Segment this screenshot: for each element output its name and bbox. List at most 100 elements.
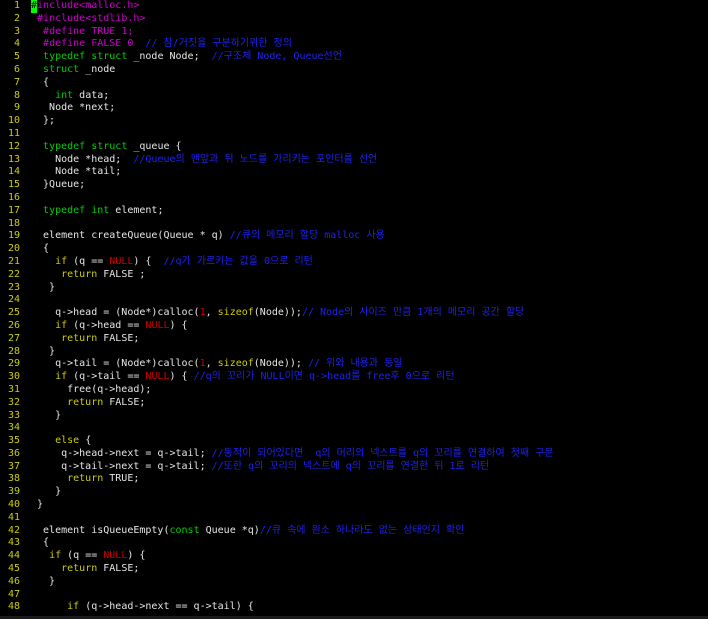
code-token-default: [31, 397, 67, 408]
code-line[interactable]: 6 struct _node: [0, 64, 708, 77]
code-line[interactable]: 32 return FALSE;: [0, 397, 708, 410]
code-token-default: data;: [73, 89, 110, 101]
code-line[interactable]: 24: [0, 294, 708, 307]
code-text: return FALSE;: [31, 333, 139, 346]
code-line[interactable]: 5 typedef struct _node Node; //구조체 Node,…: [0, 51, 708, 64]
code-token-default: q->tail = (Node*)calloc(: [31, 358, 200, 370]
line-number: 46: [7, 575, 20, 587]
code-token-keyword: sizeof: [217, 358, 254, 370]
line-number: 25: [7, 307, 20, 319]
code-line[interactable]: 2 #include<stdlib.h>: [0, 13, 708, 26]
code-line[interactable]: 7 {: [0, 77, 708, 90]
code-token-default: [31, 51, 43, 62]
code-token-default: }: [31, 281, 56, 293]
code-line[interactable]: 45 return FALSE;: [0, 563, 708, 576]
code-line[interactable]: 12 typedef struct _queue {: [0, 141, 708, 154]
code-token-default: [31, 141, 43, 152]
code-line[interactable]: 41: [0, 512, 708, 525]
code-token-default: ,: [205, 358, 218, 370]
code-token-default: [31, 90, 55, 101]
line-number: 38: [7, 473, 20, 485]
code-token-keyword: if: [67, 601, 80, 613]
code-line[interactable]: 28 }: [0, 346, 708, 359]
code-line[interactable]: 43 {: [0, 537, 708, 550]
code-line[interactable]: 44 if (q == NULL) {: [0, 550, 708, 563]
code-token-comment: // 위와 내용과 동일: [307, 358, 403, 370]
code-text: if (q->head->next == q->tail) {: [31, 601, 254, 614]
code-line[interactable]: 42 element isQueueEmpty(const Queue *q)/…: [0, 525, 708, 538]
code-token-default: Node *next;: [31, 102, 116, 114]
code-line[interactable]: 30 if (q->tail == NULL) { //q의 꼬리가 NULL이…: [0, 371, 708, 384]
code-line[interactable]: 9 Node *next;: [0, 102, 708, 115]
code-text: else {: [31, 435, 91, 448]
code-text: }: [31, 576, 55, 589]
code-text: return FALSE ;: [31, 269, 145, 282]
code-line[interactable]: 37 q->tail->next = q->tail; //또한 q의 꼬리의 …: [0, 461, 708, 474]
code-line[interactable]: 10 };: [0, 115, 708, 128]
line-number: 34: [7, 422, 20, 434]
code-token-default: (q->head ==: [67, 319, 146, 331]
code-line[interactable]: 3 #define TRUE 1;: [0, 26, 708, 39]
code-line[interactable]: 4 #define FALSE 0 // 참/거짓을 구분하기위한 정의: [0, 38, 708, 51]
code-line[interactable]: 15 }Queue;: [0, 179, 708, 192]
code-token-default: }Queue;: [31, 179, 86, 191]
code-token-comment: //또한 q의 꼬리의 넥스트에 q의 꼬리를 연결한 뒤 1로 리턴: [211, 460, 490, 472]
code-token-type: struct: [43, 63, 80, 75]
code-text: if (q == NULL) {: [31, 550, 145, 563]
line-number: 29: [7, 358, 20, 370]
code-text: };: [31, 115, 55, 128]
code-token-default: [31, 205, 43, 216]
code-line[interactable]: 34: [0, 422, 708, 435]
code-line[interactable]: 23 }: [0, 282, 708, 295]
code-line[interactable]: 16: [0, 192, 708, 205]
code-editor[interactable]: 1 #include<malloc.h> 2 #include<stdlib.h> 3…: [0, 0, 708, 619]
code-line[interactable]: 20 {: [0, 243, 708, 256]
code-line[interactable]: 38 return TRUE;: [0, 473, 708, 486]
code-token-default: q->tail->next = q->tail;: [31, 460, 212, 472]
line-number: 36: [7, 447, 20, 459]
code-token-default: Queue *q): [199, 524, 260, 536]
code-token-constant: NULL: [103, 550, 128, 562]
code-line[interactable]: 35 else {: [0, 435, 708, 448]
code-line[interactable]: 39 }: [0, 486, 708, 499]
code-token-keyword: return: [67, 396, 104, 408]
code-line[interactable]: 29 q->tail = (Node*)calloc(1, sizeof(Nod…: [0, 358, 708, 371]
code-line[interactable]: 19 element createQueue(Queue * q) //큐의 메…: [0, 230, 708, 243]
code-token-keyword: return: [61, 332, 98, 344]
code-line[interactable]: 33 }: [0, 410, 708, 423]
code-token-default: {: [31, 76, 50, 88]
code-line[interactable]: 21 if (q == NULL) { //q가 가르키는 값을 0으로 리턴: [0, 256, 708, 269]
code-token-default: [31, 371, 55, 382]
code-token-default: FALSE;: [103, 396, 146, 408]
code-line[interactable]: 22 return FALSE ;: [0, 269, 708, 282]
code-line[interactable]: 27 return FALSE;: [0, 333, 708, 346]
code-line[interactable]: 25 q->head = (Node*)calloc(1, sizeof(Nod…: [0, 307, 708, 320]
line-number: 10: [7, 115, 20, 127]
code-text: Node *next;: [31, 102, 115, 115]
code-line[interactable]: 13 Node *head; //Queue의 맨앞과 뒤 노드를 가리키는 포…: [0, 154, 708, 167]
line-number: 32: [7, 396, 20, 408]
code-line[interactable]: 14 Node *tail;: [0, 166, 708, 179]
code-token-default: FALSE ;: [97, 268, 146, 280]
code-line[interactable]: 18: [0, 218, 708, 231]
code-token-default: [31, 64, 43, 75]
code-token-default: [31, 269, 61, 280]
code-token-default: (Node));: [253, 307, 302, 319]
code-line[interactable]: 47: [0, 589, 708, 602]
code-line[interactable]: 46 }: [0, 576, 708, 589]
code-line[interactable]: 1 #include<malloc.h>: [0, 0, 708, 13]
code-line[interactable]: 31 free(q->head);: [0, 384, 708, 397]
code-line[interactable]: 17 typedef int element;: [0, 205, 708, 218]
code-text: #define FALSE 0 // 참/거짓을 구분하기위한 정의: [31, 38, 292, 51]
code-token-default: }: [31, 345, 56, 357]
code-token-default: ) {: [169, 371, 194, 383]
code-token-keyword: sizeof: [217, 307, 254, 319]
code-token-type: typedef struct: [43, 140, 128, 152]
code-line[interactable]: 36 q->head->next = q->tail; //동적이 되어있다면 …: [0, 448, 708, 461]
code-line[interactable]: 40 }: [0, 499, 708, 512]
code-token-default: [31, 601, 67, 612]
code-line[interactable]: 26 if (q->head == NULL) {: [0, 320, 708, 333]
code-line[interactable]: 48 if (q->head->next == q->tail) {: [0, 601, 708, 614]
code-line[interactable]: 11: [0, 128, 708, 141]
code-line[interactable]: 8 int data;: [0, 90, 708, 103]
